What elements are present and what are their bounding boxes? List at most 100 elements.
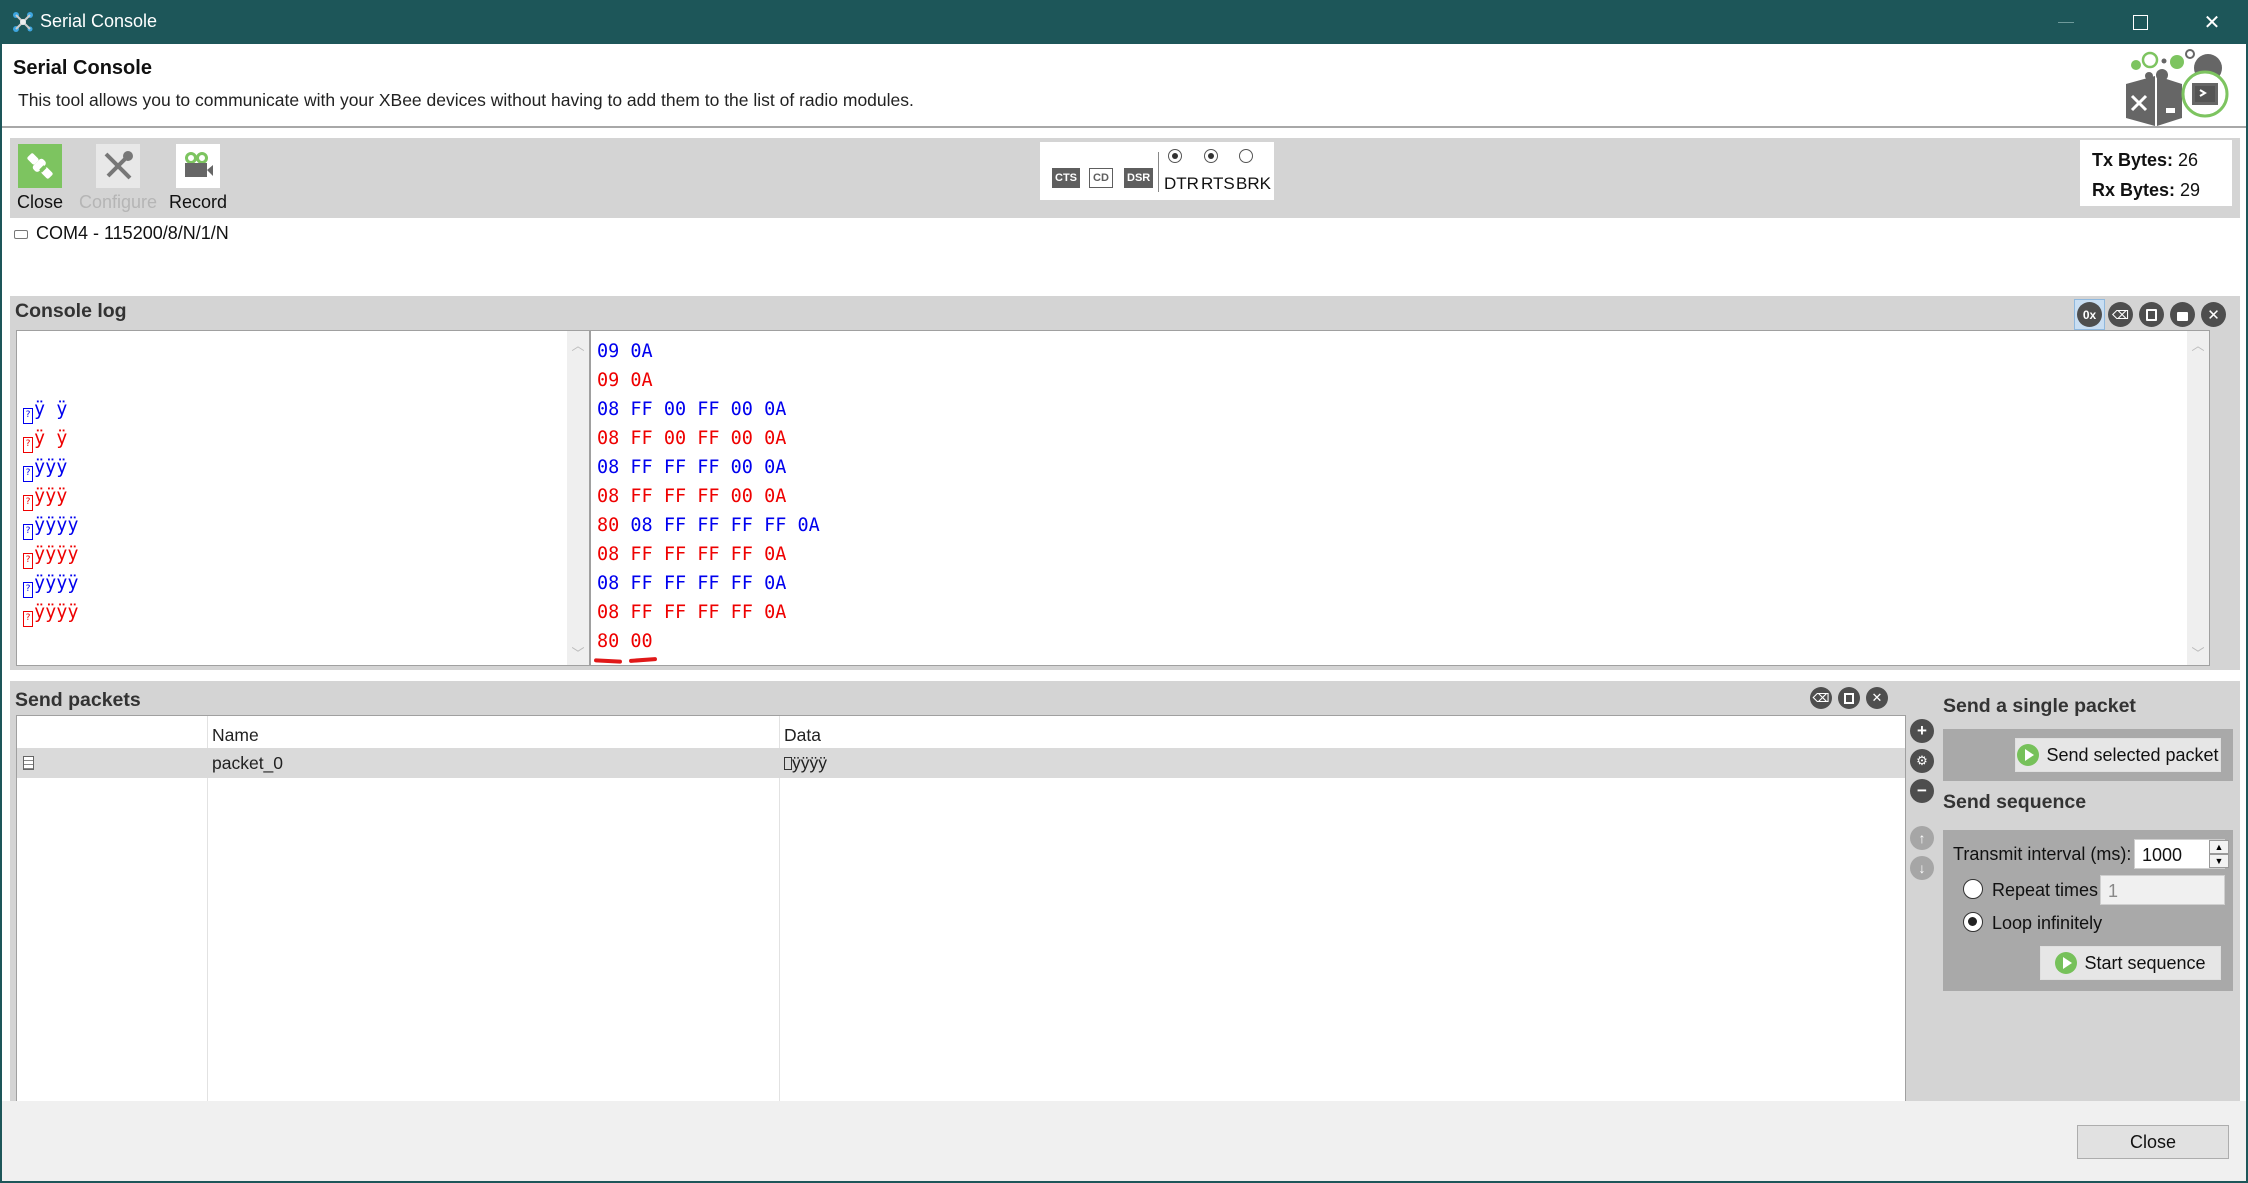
console-log-panel: Console log 0x ⌫ ✕ ? ÿ ÿ? ÿ ÿ? ÿÿÿ? ÿÿÿ? ÿÿÿÿ… xyxy=(10,296,2240,670)
nonprintable-char-icon: ? xyxy=(23,466,33,482)
hex-toggle-button[interactable]: 0x xyxy=(2074,299,2105,330)
remove-packet-button[interactable]: − xyxy=(1910,779,1934,803)
packet-data: ÿÿÿÿ xyxy=(784,748,827,778)
rx-bytes-value: 29 xyxy=(2180,180,2201,200)
repeat-times-input[interactable]: 1 xyxy=(2100,875,2225,905)
hex-log-line: 80 00 xyxy=(597,627,653,656)
column-header-name[interactable]: Name xyxy=(212,720,259,750)
maximize-button[interactable] xyxy=(2108,0,2172,44)
save-console-button[interactable] xyxy=(2136,299,2167,330)
ascii-log-text: ÿÿÿÿ xyxy=(34,602,79,623)
divider xyxy=(1158,152,1159,192)
ascii-log-line: ? ÿ ÿ xyxy=(23,395,67,424)
rts-toggle[interactable] xyxy=(1204,149,1218,163)
document-icon xyxy=(23,748,34,778)
hex-rx-bytes: 80 xyxy=(597,515,631,536)
configure-button[interactable]: Configure xyxy=(74,138,162,218)
send-sequence-title: Send sequence xyxy=(1943,791,2087,813)
save-packets-button[interactable] xyxy=(1838,687,1860,709)
serial-port-icon xyxy=(14,230,28,239)
spin-down-button[interactable]: ▼ xyxy=(2209,854,2229,868)
scroll-down-icon[interactable]: ﹀ xyxy=(567,641,589,663)
app-icon xyxy=(13,12,33,32)
loop-infinitely-radio[interactable] xyxy=(1963,912,1983,932)
hex-log-line: 09 0A xyxy=(597,366,653,395)
packet-name: packet_0 xyxy=(212,753,284,773)
close-port-label: Close xyxy=(16,192,64,212)
hex-log-line: 08 FF FF FF FF 0A xyxy=(597,598,786,627)
hex-scrollbar[interactable]: ︿ ﹀ xyxy=(2187,331,2209,665)
eraser-icon: ⌫ xyxy=(2108,302,2133,327)
ascii-log-line: ? ÿÿÿ xyxy=(23,482,67,511)
dsr-indicator: DSR xyxy=(1124,168,1154,188)
hex-log-line: 08 FF FF FF 00 0A xyxy=(597,453,786,482)
configure-label: Configure xyxy=(78,192,158,212)
record-button[interactable]: Record xyxy=(162,138,234,218)
send-selected-packet-button[interactable]: Send selected packet xyxy=(2015,738,2221,772)
clear-console-button[interactable]: ⌫ xyxy=(2105,299,2136,330)
annotation-underline xyxy=(628,657,658,663)
close-console-button[interactable]: ✕ xyxy=(2198,299,2229,330)
rts-label: RTS xyxy=(1201,174,1235,193)
close-packets-button[interactable]: ✕ xyxy=(1866,687,1888,709)
rx-bytes-label: Rx Bytes: xyxy=(2092,180,2176,200)
lock-scroll-button[interactable] xyxy=(2167,299,2198,330)
send-packets-panel: Send packets ⌫ ✕ Name Data packet_0 ÿÿÿÿ xyxy=(10,681,2240,1137)
nonprintable-char-icon: ? xyxy=(23,524,33,540)
scroll-down-icon[interactable]: ﹀ xyxy=(2187,641,2209,663)
scroll-up-icon[interactable]: ︿ xyxy=(567,333,589,355)
toolbar: Close Configure Record CTS CD DSR DTR RT… xyxy=(10,138,2240,218)
hex-rx-bytes: 08 FF 00 FF 00 0A xyxy=(597,428,787,449)
video-camera-icon xyxy=(176,144,220,188)
lock-icon xyxy=(2170,302,2195,327)
ascii-scrollbar[interactable]: ︿ ﹀ xyxy=(567,331,589,665)
ascii-log-line: ? ÿÿÿÿ xyxy=(23,598,79,627)
repeat-times-label: Repeat times xyxy=(1992,880,2099,900)
cd-indicator: CD xyxy=(1089,168,1113,188)
close-dialog-button[interactable]: Close xyxy=(2077,1125,2229,1159)
rx-bytes: Rx Bytes: 29 xyxy=(2092,180,2200,201)
column-header-data[interactable]: Data xyxy=(784,720,821,750)
nonprintable-char-icon: ? xyxy=(23,611,33,627)
send-sequence-box: Transmit interval (ms): 1000 ▲ ▼ Repeat … xyxy=(1943,830,2233,991)
serial-console-logo-icon xyxy=(2126,49,2229,126)
scroll-up-icon[interactable]: ︿ xyxy=(2187,333,2209,355)
console-actions: 0x ⌫ ✕ xyxy=(2074,299,2229,330)
table-row[interactable]: packet_0 ÿÿÿÿ xyxy=(17,748,1905,778)
close-window-button[interactable]: ✕ xyxy=(2180,0,2244,44)
repeat-times-radio[interactable] xyxy=(1963,879,1983,899)
packet-data-text: ÿÿÿÿ xyxy=(792,753,827,773)
single-packet-title: Send a single packet xyxy=(1943,695,2136,717)
brk-toggle[interactable] xyxy=(1239,149,1253,163)
spin-up-button[interactable]: ▲ xyxy=(2209,840,2229,854)
minimize-button[interactable] xyxy=(2034,0,2098,44)
hex-rx-bytes: 08 FF FF FF FF 0A xyxy=(597,602,787,623)
tx-bytes-value: 26 xyxy=(2178,150,2199,170)
transmit-interval-label: Transmit interval (ms): xyxy=(1953,844,2132,864)
hex-log[interactable]: 09 0A 09 0A 08 FF 00 FF 00 0A 08 FF 00 FF 0… xyxy=(590,330,2210,666)
dtr-toggle[interactable] xyxy=(1168,149,1182,163)
start-sequence-button[interactable]: Start sequence xyxy=(2040,946,2221,980)
start-sequence-label: Start sequence xyxy=(2084,952,2206,973)
send-selected-packet-label: Send selected packet xyxy=(2046,744,2219,765)
record-label: Record xyxy=(168,192,228,212)
tx-bytes-label: Tx Bytes: xyxy=(2092,150,2174,170)
hex-rx-bytes: 09 0A xyxy=(597,370,653,391)
save-icon xyxy=(2139,302,2164,327)
page-title: Serial Console xyxy=(13,57,152,79)
edit-packet-button[interactable]: ⚙ xyxy=(1910,749,1934,773)
close-port-button[interactable]: Close xyxy=(12,138,68,218)
port-label: COM4 - 115200/8/N/1/N xyxy=(36,223,229,243)
move-up-button[interactable]: ↑ xyxy=(1910,826,1934,850)
add-packet-button[interactable]: + xyxy=(1910,719,1934,743)
line-status-panel: CTS CD DSR DTR RTS BRK xyxy=(1040,142,1274,200)
move-down-button[interactable]: ↓ xyxy=(1910,856,1934,880)
clear-packets-button[interactable]: ⌫ xyxy=(1810,687,1832,709)
send-packets-actions: ⌫ ✕ xyxy=(1810,687,1888,709)
ascii-log-line: ? ÿÿÿÿ xyxy=(23,569,79,598)
send-options: Send a single packet Send selected packe… xyxy=(1943,681,2240,1137)
page-description: This tool allows you to communicate with… xyxy=(18,90,914,110)
send-packets-title: Send packets xyxy=(15,689,141,711)
ascii-log[interactable]: ? ÿ ÿ? ÿ ÿ? ÿÿÿ? ÿÿÿ? ÿÿÿÿ? ÿÿÿÿ? ÿÿÿÿ? ÿÿÿÿ ︿ ﹀ xyxy=(16,330,590,666)
column-separator xyxy=(207,716,208,1132)
